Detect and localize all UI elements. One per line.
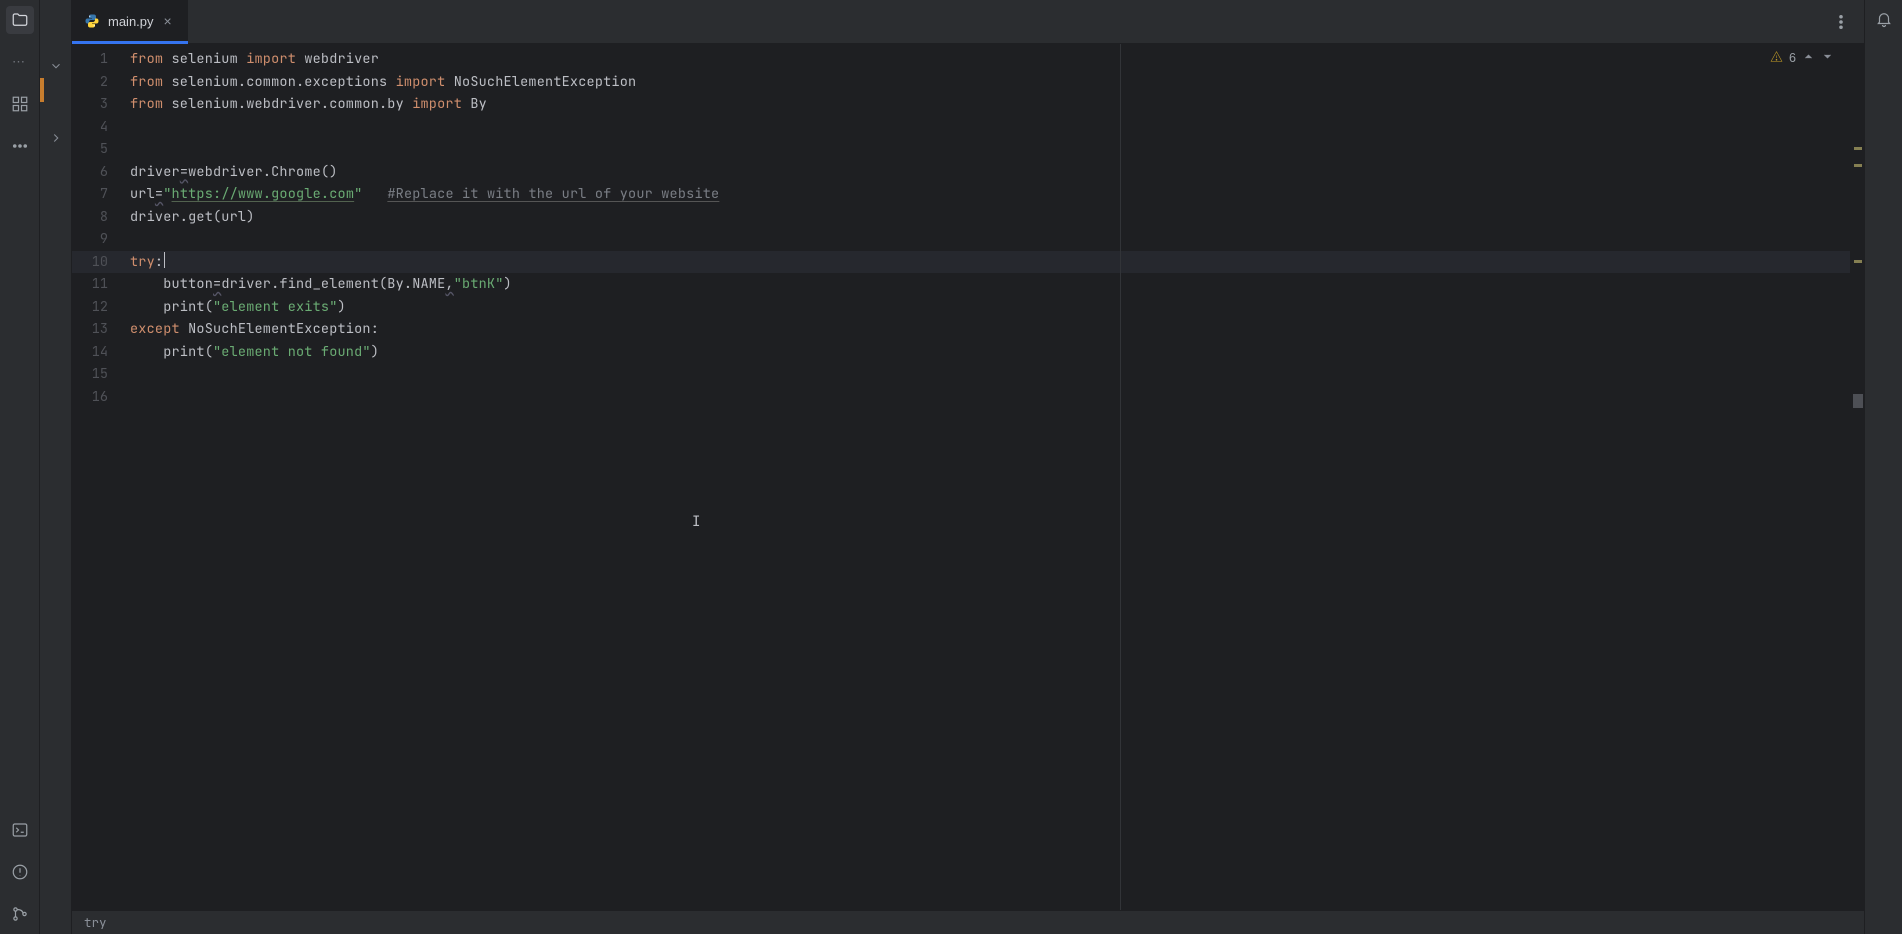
more-icon[interactable] (6, 132, 34, 160)
breadcrumb-segment[interactable]: try (84, 914, 107, 931)
editor-area: 6 I 12345678910111213141516 from seleniu… (72, 44, 1864, 934)
editor-tabbar: main.py × (72, 0, 1864, 44)
active-file-marker (40, 78, 44, 102)
inspection-next-icon[interactable] (1821, 50, 1834, 66)
folder-icon[interactable] (6, 6, 34, 34)
structure-icon[interactable] (6, 90, 34, 118)
caret-position-marker[interactable] (1853, 394, 1863, 408)
notifications-icon[interactable] (1875, 10, 1893, 31)
terminal-icon[interactable] (6, 816, 34, 844)
tool-window-drag-icon[interactable]: ⋯ (13, 48, 25, 76)
tab-title: main.py (108, 14, 154, 29)
editor-scroll[interactable]: 6 I 12345678910111213141516 from seleniu… (72, 44, 1864, 910)
git-icon[interactable] (6, 900, 34, 928)
tab-main-py[interactable]: main.py × (72, 0, 188, 43)
editor-main: main.py × 6 (72, 0, 1864, 934)
inspection-widget[interactable]: 6 (1770, 50, 1834, 66)
inspection-prev-icon[interactable] (1802, 50, 1815, 66)
project-expand-right-icon[interactable] (44, 126, 68, 150)
notifications-rail (1864, 0, 1902, 934)
editor-more-actions-icon[interactable] (1830, 11, 1852, 33)
project-tool-strip (40, 0, 72, 934)
code-content[interactable]: from selenium import webdriverfrom selen… (118, 44, 1850, 910)
activity-bar: ⋯ (0, 0, 40, 934)
line-number-gutter[interactable]: 12345678910111213141516 (72, 44, 118, 910)
close-icon[interactable]: × (162, 12, 174, 30)
warning-marker[interactable] (1854, 164, 1862, 167)
project-collapse-down-icon[interactable] (44, 54, 68, 78)
problems-icon[interactable] (6, 858, 34, 886)
python-file-icon (84, 13, 100, 29)
warning-count: 6 (1789, 51, 1796, 65)
warning-icon (1770, 50, 1783, 66)
breadcrumb-bar[interactable]: try (72, 910, 1864, 934)
error-stripe-rail[interactable] (1850, 44, 1864, 910)
warning-marker[interactable] (1854, 147, 1862, 150)
warning-marker[interactable] (1854, 260, 1862, 263)
